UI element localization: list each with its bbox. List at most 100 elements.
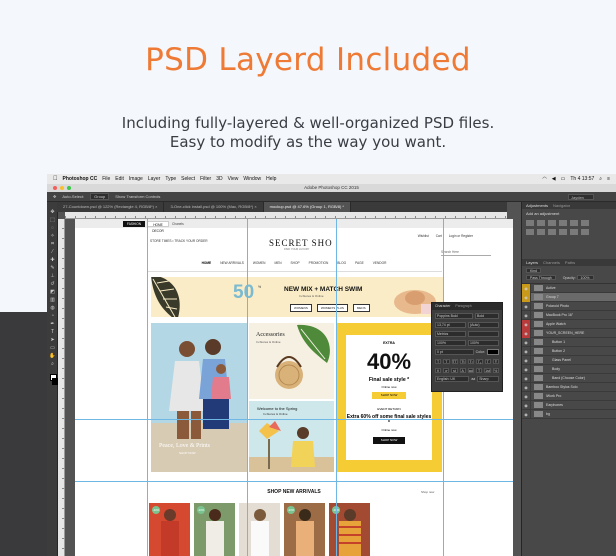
promo-family[interactable]: Peace, Love & Prints SHOP NOW <box>151 323 247 472</box>
site-nav-item[interactable]: NEW ARRIVALS <box>220 261 244 269</box>
small-caps-button[interactable]: Tt <box>459 359 467 364</box>
guide-line[interactable] <box>336 219 337 556</box>
banner-button-mens[interactable]: MENS <box>352 304 370 312</box>
menu-item-file[interactable]: File <box>102 176 110 182</box>
guide-line[interactable] <box>247 219 248 556</box>
navigator-tab[interactable]: Navigator <box>553 202 570 209</box>
promo-sale-button[interactable]: SHOP NOW <box>372 392 406 399</box>
eraser-tool-icon[interactable]: ◩ <box>47 288 58 296</box>
ligature-button[interactable]: fi <box>435 368 442 373</box>
visibility-eye-icon[interactable]: ◉ <box>522 400 531 410</box>
guide-line[interactable] <box>75 481 513 482</box>
layer-row[interactable]: ◉ Earphones <box>522 400 616 410</box>
product-thumb[interactable]: -20% <box>149 503 190 556</box>
type-tool-icon[interactable]: T <box>47 328 58 336</box>
titling-button[interactable]: ad <box>467 368 474 373</box>
visibility-eye-icon[interactable]: ◉ <box>522 355 531 365</box>
site-pill-chanels[interactable]: Chanels <box>172 221 194 227</box>
half-button[interactable]: ½ <box>492 368 499 373</box>
vertical-scale-field[interactable]: 100% <box>435 340 466 346</box>
menu-item-layer[interactable]: Layer <box>148 176 161 182</box>
tracking-field[interactable] <box>468 331 499 337</box>
visibility-eye-icon[interactable]: ◉ <box>522 292 531 302</box>
paragraph-tab[interactable]: Paragraph <box>455 304 471 308</box>
blur-tool-icon[interactable]: ◍ <box>47 304 58 312</box>
banner-button-womens[interactable]: WOMENS <box>290 304 312 312</box>
menu-item-select[interactable]: Select <box>181 176 195 182</box>
site-nav-item[interactable]: PROMOTION <box>309 261 329 269</box>
font-size-field[interactable]: 13,74 pt <box>435 322 466 328</box>
visibility-eye-icon[interactable]: ◉ <box>522 310 531 320</box>
visibility-eye-icon[interactable]: ◉ <box>522 283 531 293</box>
visibility-eye-icon[interactable]: ◉ <box>522 346 531 356</box>
wifi-icon[interactable]: ◠ <box>542 176 546 182</box>
marquee-tool-icon[interactable]: ⬚ <box>47 216 58 224</box>
menu-item-window[interactable]: Window <box>243 176 261 182</box>
zoom-tool-icon[interactable]: ⌕ <box>47 360 58 368</box>
font-family-select[interactable]: Poppins Bold <box>435 313 473 319</box>
strikethrough-button[interactable]: Ŧ <box>492 359 500 364</box>
photo-filter-icon[interactable] <box>548 229 556 235</box>
superscript-button[interactable]: T¹ <box>468 359 475 364</box>
list-icon[interactable]: ≡ <box>607 176 610 182</box>
product-thumb[interactable] <box>239 503 280 556</box>
layer-row[interactable]: ◉ Button 2 <box>522 346 616 356</box>
visibility-eye-icon[interactable]: ◉ <box>522 328 531 338</box>
product-thumb[interactable]: -20% <box>194 503 235 556</box>
layer-row[interactable]: ◉ Active <box>522 283 616 293</box>
site-search-input[interactable]: Search Here <box>441 250 491 256</box>
adjustments-tab[interactable]: Adjustments <box>526 202 548 209</box>
horizontal-ruler[interactable] <box>65 212 507 219</box>
site-nav-item[interactable]: PAGE <box>355 261 364 269</box>
anti-alias-select[interactable]: Sharp <box>477 376 499 382</box>
promo-family-cta[interactable]: SHOP NOW <box>179 451 196 455</box>
visibility-eye-icon[interactable]: ◉ <box>522 364 531 374</box>
black-white-icon[interactable] <box>537 229 545 235</box>
layer-row[interactable]: ◉ iWork Pro <box>522 391 616 401</box>
hand-tool-icon[interactable]: ✋ <box>47 352 58 360</box>
menu-item-type[interactable]: Type <box>165 176 176 182</box>
vertical-ruler[interactable] <box>58 219 65 556</box>
site-pill-home[interactable]: HOME DECOR <box>147 221 169 233</box>
battery-icon[interactable]: ▭ <box>561 176 566 182</box>
font-style-select[interactable]: Bold <box>475 313 499 319</box>
site-logo[interactable]: SECRET SHO <box>269 238 333 248</box>
site-pill-fashion[interactable]: FASHION <box>123 221 145 227</box>
minimize-icon[interactable] <box>60 186 64 190</box>
kerning-field[interactable]: Metrics <box>435 331 466 337</box>
visibility-eye-icon[interactable]: ◉ <box>522 337 531 347</box>
menu-item-filter[interactable]: Filter <box>200 176 211 182</box>
path-select-icon[interactable]: ➤ <box>47 336 58 344</box>
crop-tool-icon[interactable]: ⌗ <box>47 240 58 248</box>
color-lookup-icon[interactable] <box>570 229 578 235</box>
discretionary-ligature-button[interactable]: ơ <box>443 368 450 373</box>
layer-row[interactable]: ◉ Apple Watch <box>522 319 616 329</box>
swash-button[interactable]: st <box>451 368 458 373</box>
layer-row[interactable]: ◉ Body <box>522 364 616 374</box>
text-color-swatch[interactable] <box>487 349 499 355</box>
workspace-selector[interactable]: Jayden <box>568 194 594 200</box>
channels-tab[interactable]: Channels <box>543 259 560 266</box>
baseline-shift-field[interactable]: 0 pt <box>435 349 474 355</box>
opacity-field[interactable]: 100% <box>576 275 594 280</box>
layer-row[interactable]: ◉ MacBook Pro 16" <box>522 310 616 320</box>
shape-tool-icon[interactable]: ▭ <box>47 344 58 352</box>
brush-tool-icon[interactable]: ✎ <box>47 264 58 272</box>
transform-controls-checkbox[interactable]: Show Transform Controls <box>115 194 160 199</box>
product-thumb[interactable]: -20% <box>284 503 325 556</box>
brightness-icon[interactable] <box>526 220 534 226</box>
layer-row[interactable]: ◉ Band (Choose Color) <box>522 373 616 383</box>
menu-item-edit[interactable]: Edit <box>115 176 124 182</box>
faux-bold-button[interactable]: T <box>435 359 442 364</box>
menubar-clock[interactable]: Th 4 13:57 <box>570 176 594 182</box>
promo-accessories[interactable]: Accessories In-Stores & Online <box>249 323 334 399</box>
spotlight-icon[interactable]: ⌕ <box>599 176 602 182</box>
layers-tab[interactable]: Layers <box>526 259 538 266</box>
site-nav-item[interactable]: BLOG <box>337 261 346 269</box>
subscript-button[interactable]: T₁ <box>476 359 483 364</box>
swim-banner[interactable]: 50 % NEW MIX + MATCH SWIM In-Stores & On… <box>151 277 443 317</box>
color-balance-icon[interactable] <box>526 229 534 235</box>
doc-tab-install[interactable]: 3-One-click install.psd @ 100% (Mac, RGB… <box>164 202 264 212</box>
visibility-eye-icon[interactable]: ◉ <box>522 373 531 383</box>
gradient-tool-icon[interactable]: ▥ <box>47 296 58 304</box>
